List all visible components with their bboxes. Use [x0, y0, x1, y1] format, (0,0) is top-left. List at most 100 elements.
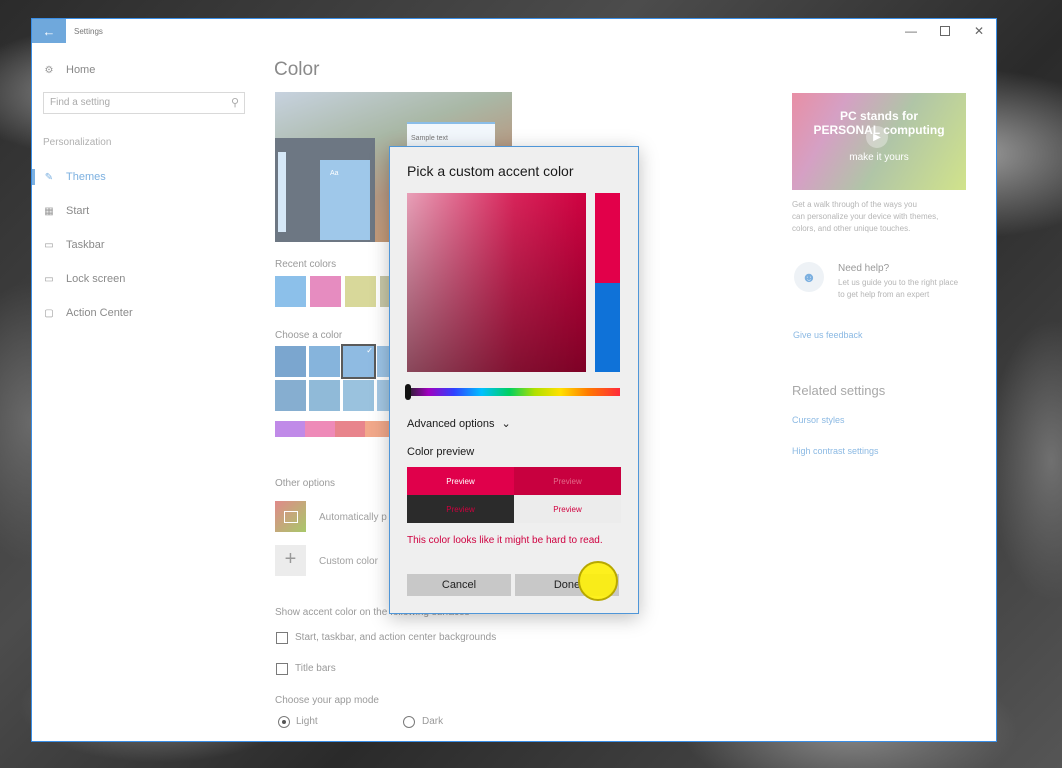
action-center-icon: ▢	[44, 307, 54, 319]
preview-box: Preview	[407, 495, 514, 523]
color-swatch[interactable]	[335, 421, 365, 437]
sidebar-item-label: Taskbar	[66, 239, 105, 251]
recent-color-swatch[interactable]	[275, 276, 306, 307]
preview-tiles	[320, 160, 370, 240]
radio-light-label: Light	[296, 716, 318, 727]
play-icon: ▶	[866, 126, 888, 148]
color-swatch[interactable]	[365, 421, 389, 437]
picture-icon	[284, 511, 298, 523]
auto-pick-label[interactable]: Automatically p	[319, 512, 387, 523]
preview-tile-label: Aa	[330, 170, 339, 177]
contrast-warning: This color looks like it might be hard t…	[407, 535, 603, 546]
recent-colors-label: Recent colors	[275, 259, 337, 270]
custom-color-tile[interactable]: +	[275, 545, 306, 576]
saturation-value-picker[interactable]	[407, 193, 586, 372]
back-button[interactable]: ←	[32, 19, 66, 43]
checkbox-title-bars-label: Title bars	[295, 663, 336, 674]
color-preview-strip	[595, 193, 620, 372]
promo-video-thumbnail[interactable]: PC stands for PERSONAL computing ▶ make …	[792, 93, 966, 190]
search-icon: ⚲	[230, 97, 239, 109]
color-swatch[interactable]	[377, 380, 389, 411]
cursor-highlight	[578, 561, 618, 601]
person-icon: ☻	[801, 269, 817, 285]
promo-description-line: colors, and other unique touches.	[792, 224, 911, 233]
color-swatch[interactable]	[343, 380, 374, 411]
close-button[interactable]: ✕	[962, 19, 996, 43]
section-heading: Personalization	[43, 137, 112, 148]
color-swatch[interactable]	[275, 380, 306, 411]
color-swatch[interactable]	[275, 421, 305, 437]
recent-color-swatch[interactable]	[310, 276, 341, 307]
start-icon: ▦	[44, 205, 54, 217]
promo-tagline: make it yours	[849, 152, 909, 163]
preview-box: Preview	[514, 495, 621, 523]
maximize-button[interactable]	[928, 19, 962, 43]
themes-icon: ✎	[44, 171, 54, 183]
sidebar-item-action-center[interactable]: ▢ Action Center	[42, 307, 133, 319]
choose-color-label: Choose a color	[275, 330, 343, 341]
cancel-button[interactable]: Cancel	[407, 574, 511, 596]
high-contrast-link[interactable]: High contrast settings	[792, 446, 879, 456]
lock-screen-icon: ▭	[44, 273, 54, 285]
close-icon: ✕	[973, 24, 985, 38]
radio-selected-dot	[282, 720, 286, 724]
sidebar-item-label: Start	[66, 205, 90, 217]
color-swatch[interactable]	[309, 346, 340, 377]
advanced-options-toggle[interactable]: Advanced options ⌄	[407, 417, 511, 430]
color-swatch[interactable]	[309, 380, 340, 411]
other-options-label: Other options	[275, 478, 336, 489]
checkbox-title-bars[interactable]	[276, 663, 288, 675]
search-input[interactable]: Find a setting ⚲	[43, 92, 245, 114]
color-swatch[interactable]	[305, 421, 335, 437]
help-description-line: Let us guide you to the right place	[838, 278, 959, 287]
minimize-button[interactable]: —	[894, 19, 928, 43]
related-settings-heading: Related settings	[792, 383, 886, 398]
gear-icon: ⚙	[44, 64, 54, 76]
preview-box: Preview	[514, 467, 621, 495]
color-swatch[interactable]	[377, 346, 389, 377]
cursor-styles-link[interactable]: Cursor styles	[792, 415, 845, 425]
active-nav-marker	[32, 169, 35, 185]
help-avatar: ☻	[794, 262, 824, 292]
chevron-down-icon: ⌄	[501, 418, 511, 430]
color-swatch[interactable]	[275, 346, 306, 377]
hue-slider[interactable]	[405, 384, 620, 400]
app-mode-label: Choose your app mode	[275, 695, 379, 706]
sidebar-item-label: Themes	[66, 171, 106, 183]
home-label: Home	[66, 64, 96, 76]
promo-description-line: Get a walk through of the ways you	[792, 200, 917, 209]
help-title: Need help?	[838, 263, 890, 274]
back-arrow-icon: ←	[42, 23, 56, 39]
sidebar-item-taskbar[interactable]: ▭ Taskbar	[42, 239, 105, 251]
home-nav-item[interactable]: ⚙ Home	[42, 64, 96, 76]
radio-light[interactable]	[278, 716, 290, 728]
color-swatch-selected[interactable]: ✓	[341, 344, 376, 379]
help-description: Let us guide you to the right place to g…	[838, 277, 958, 301]
plus-icon: +	[284, 548, 297, 570]
checkbox-start-taskbar[interactable]	[276, 632, 288, 644]
title-bar: ← Settings	[32, 19, 996, 43]
sidebar-item-label: Action Center	[66, 307, 133, 319]
color-preview-label: Color preview	[407, 446, 475, 458]
hue-slider-thumb[interactable]	[405, 384, 411, 400]
auto-pick-tile[interactable]	[275, 501, 306, 532]
dialog-title: Pick a custom accent color	[407, 163, 574, 179]
feedback-link[interactable]: Give us feedback	[793, 330, 863, 340]
minimize-icon: —	[905, 24, 917, 38]
advanced-options-label: Advanced options	[407, 418, 495, 430]
radio-dark[interactable]	[403, 716, 415, 728]
checkbox-start-taskbar-label: Start, taskbar, and action center backgr…	[295, 632, 497, 643]
preview-taskbar	[278, 152, 286, 232]
sidebar-item-start[interactable]: ▦ Start	[42, 205, 89, 217]
preview-box: Preview	[407, 467, 514, 495]
page-title: Color	[274, 59, 320, 80]
recent-color-swatch[interactable]	[345, 276, 376, 307]
custom-color-label[interactable]: Custom color	[319, 556, 378, 567]
window-title: Settings	[74, 26, 103, 36]
sidebar-item-themes[interactable]: ✎ Themes	[42, 171, 106, 183]
taskbar-icon: ▭	[44, 239, 54, 251]
maximize-icon	[940, 26, 950, 36]
search-placeholder: Find a setting	[50, 97, 111, 108]
old-color-preview	[595, 283, 620, 372]
sidebar-item-lock-screen[interactable]: ▭ Lock screen	[42, 273, 125, 285]
